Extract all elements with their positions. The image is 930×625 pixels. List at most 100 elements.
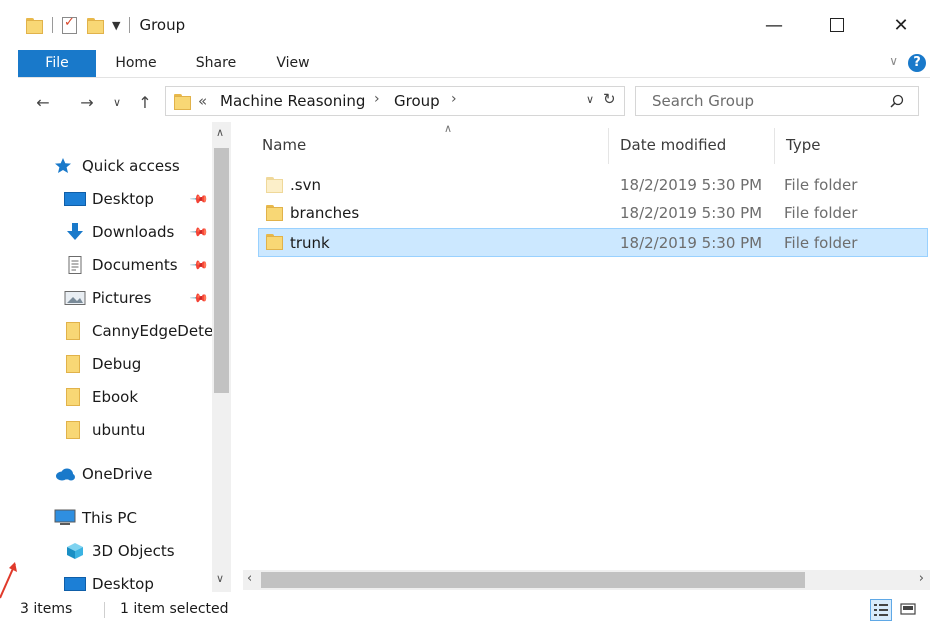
scroll-left-icon[interactable]: ‹ [247,571,252,586]
folder-icon [64,421,86,439]
column-header-type[interactable]: Type [786,122,926,168]
close-icon: ✕ [893,14,909,36]
cloud-icon [56,468,75,481]
tab-home[interactable]: Home [106,50,166,77]
selection-count: 1 item selected [120,601,229,617]
search-box[interactable]: Search Group [635,86,919,116]
table-row[interactable]: branches 18/2/2019 5:30 PM File folder [258,199,928,228]
folder-icon [64,322,86,340]
nav-folder-debug[interactable]: Debug [64,349,141,379]
folder-icon [64,388,86,406]
chevron-down-icon: ∨ [112,95,122,109]
back-arrow-icon: ← [36,92,50,112]
column-header-date-modified[interactable]: Date modified [620,122,770,168]
column-header-name[interactable]: Name [262,122,608,168]
breadcrumb-machine-reasoning[interactable]: Machine Reasoning [220,92,365,110]
expand-ribbon-icon[interactable]: ∨ [889,54,898,68]
forward-button[interactable]: → [74,88,100,116]
tab-view[interactable]: View [264,50,322,77]
maximize-button[interactable] [814,8,860,42]
file-name: .svn [290,176,321,194]
tab-file[interactable]: File [18,50,96,77]
scroll-up-icon[interactable]: ∧ [216,126,224,139]
nav-quick-access[interactable]: Quick access [54,151,180,181]
table-row[interactable]: .svn 18/2/2019 5:30 PM File folder [258,171,928,200]
nav-downloads[interactable]: Downloads [64,217,174,247]
horizontal-scroll-thumb[interactable] [261,572,805,588]
file-list-horizontal-scrollbar[interactable]: ‹ › [243,570,930,590]
quick-access-toolbar: ▼ Group [26,12,185,38]
file-type: File folder [784,234,858,252]
nav-folder-ebook[interactable]: Ebook [64,382,138,412]
minimize-icon: — [765,14,783,36]
nav-desktop[interactable]: Desktop [64,184,154,214]
navpane-scrollbar[interactable]: ∧ ∨ [212,122,231,592]
search-icon[interactable] [890,94,904,108]
forward-arrow-icon: → [80,92,94,112]
pin-icon[interactable]: 📌 [189,255,209,275]
scroll-down-icon[interactable]: ∨ [216,572,224,585]
nav-documents[interactable]: Documents [64,250,178,280]
navpane-scroll-thumb[interactable] [214,148,229,393]
computer-icon [54,509,76,525]
file-date: 18/2/2019 5:30 PM [620,176,763,194]
maximize-icon [830,18,844,32]
ribbon-tabs: File Home Share View ∨ ? [18,50,930,78]
download-arrow-icon [67,223,83,240]
recent-locations-button[interactable]: ∨ [104,88,130,116]
help-icon[interactable]: ? [908,54,926,72]
file-type: File folder [784,176,858,194]
red-pointer-arrow [0,562,17,599]
large-icons-view-icon [900,603,916,615]
file-explorer-window: ▼ Group — ✕ File Home Share View ∨ ? ← →… [18,0,930,625]
pin-icon[interactable]: 📌 [189,288,209,308]
address-dropdown-icon[interactable]: ∨ [586,93,594,106]
documents-icon [68,256,82,274]
window-title: Group [139,16,186,34]
desktop-icon [64,190,86,208]
table-row-selected[interactable]: trunk 18/2/2019 5:30 PM File folder [258,228,928,257]
search-input[interactable]: Search Group [652,92,754,110]
breadcrumb-separator-icon[interactable]: › [374,91,380,107]
scroll-right-icon[interactable]: › [919,571,924,586]
cube-icon [67,543,83,559]
file-type: File folder [784,204,858,222]
item-count: 3 items [20,601,73,617]
back-button[interactable]: ← [30,88,56,116]
file-list: ∧ Name Date modified Type .svn 18/2/2019… [250,122,930,570]
address-row: ← → ∨ ↑ « Machine Reasoning › Group › ∨ … [18,84,930,120]
file-date: 18/2/2019 5:30 PM [620,234,763,252]
tab-share[interactable]: Share [186,50,246,77]
customize-toolbar-icon[interactable]: ▼ [112,19,120,32]
up-button[interactable]: ↑ [132,88,158,116]
refresh-icon[interactable]: ↻ [603,90,616,108]
pin-icon[interactable]: 📌 [189,189,209,209]
address-bar[interactable]: « Machine Reasoning › Group › ∨ ↻ [165,86,625,116]
nav-this-pc[interactable]: This PC [54,503,137,533]
nav-3d-objects[interactable]: 3D Objects [64,536,175,566]
nav-onedrive[interactable]: OneDrive [54,459,153,489]
close-button[interactable]: ✕ [878,8,924,42]
pin-icon[interactable]: 📌 [189,222,209,242]
nav-desktop-pc[interactable]: Desktop [64,569,154,599]
file-name: trunk [290,234,330,252]
desktop-icon [64,575,86,593]
file-name: branches [290,204,360,222]
large-icons-view-button[interactable] [898,599,920,621]
breadcrumb-overflow[interactable]: « [198,92,207,110]
navigation-pane: Quick access Desktop 📌 Downloads 📌 Docum… [18,122,230,593]
nav-folder-ubuntu[interactable]: ubuntu [64,415,145,445]
status-bar: 3 items 1 item selected [18,596,930,625]
nav-pictures[interactable]: Pictures [64,283,151,313]
file-date: 18/2/2019 5:30 PM [620,204,763,222]
minimize-button[interactable]: — [751,8,797,42]
nav-folder-cannyedge[interactable]: CannyEdgeDete [64,316,213,346]
details-view-button[interactable] [870,599,892,621]
properties-icon[interactable] [62,15,77,34]
new-folder-icon[interactable] [87,17,104,34]
folder-icon [64,355,86,373]
breadcrumb-separator-icon[interactable]: › [451,91,457,107]
breadcrumb-group[interactable]: Group [394,92,440,110]
star-icon [55,158,71,173]
pictures-icon [64,291,86,305]
